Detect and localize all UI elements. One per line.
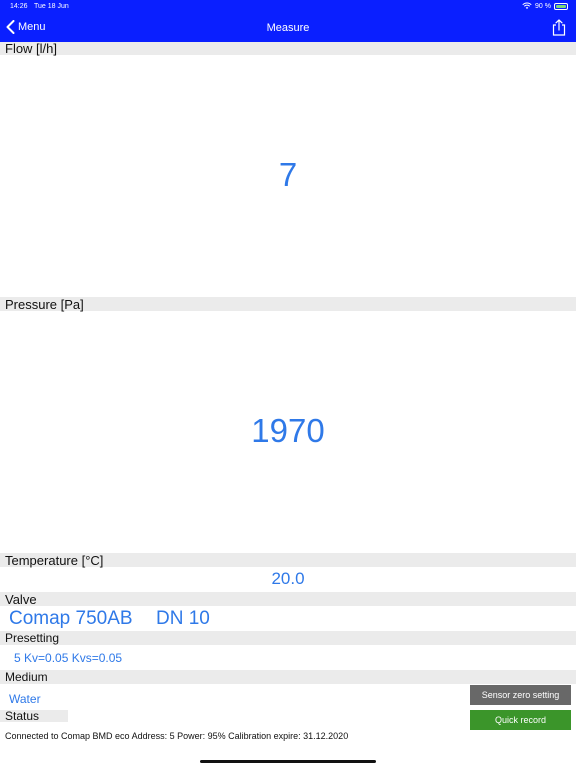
valve-label: Valve	[0, 592, 576, 607]
share-icon[interactable]	[552, 19, 566, 36]
flow-value: 7	[278, 156, 298, 193]
medium-value: Water	[9, 692, 41, 706]
medium-label: Medium	[0, 670, 576, 684]
measure-screen: 14:26 Tue 18 Jun 90 % Menu Measure Flow …	[0, 0, 576, 768]
pressure-label: Pressure [Pa]	[0, 297, 576, 312]
quick-record-button[interactable]: Quick record	[470, 710, 571, 730]
wifi-icon	[522, 2, 532, 9]
status-time: 14:26	[10, 3, 28, 10]
status-right-group: 90 %	[522, 2, 568, 10]
battery-icon	[554, 2, 568, 10]
navigation-bar: Menu Measure	[0, 14, 576, 42]
battery-percent: 90 %	[535, 2, 551, 10]
status-date: Tue 18 Jun	[34, 3, 69, 10]
connection-status-text: Connected to Comap BMD eco Address: 5 Po…	[5, 731, 349, 741]
status-label: Status	[0, 710, 68, 723]
sensor-zero-setting-button[interactable]: Sensor zero setting	[470, 685, 571, 705]
flow-label: Flow [l/h]	[0, 42, 576, 56]
valve-size: DN 10	[156, 608, 210, 629]
valve-model: Comap 750AB	[9, 608, 133, 629]
home-indicator	[200, 760, 376, 763]
status-bar: 14:26 Tue 18 Jun 90 %	[0, 0, 576, 14]
temperature-label: Temperature [°C]	[0, 553, 576, 568]
temperature-value: 20.0	[271, 569, 305, 588]
presetting-value: 5 Kv=0.05 Kvs=0.05	[14, 651, 123, 665]
page-title: Measure	[266, 22, 310, 34]
presetting-label: Presetting	[0, 631, 576, 645]
pressure-value: 1970	[251, 412, 325, 449]
